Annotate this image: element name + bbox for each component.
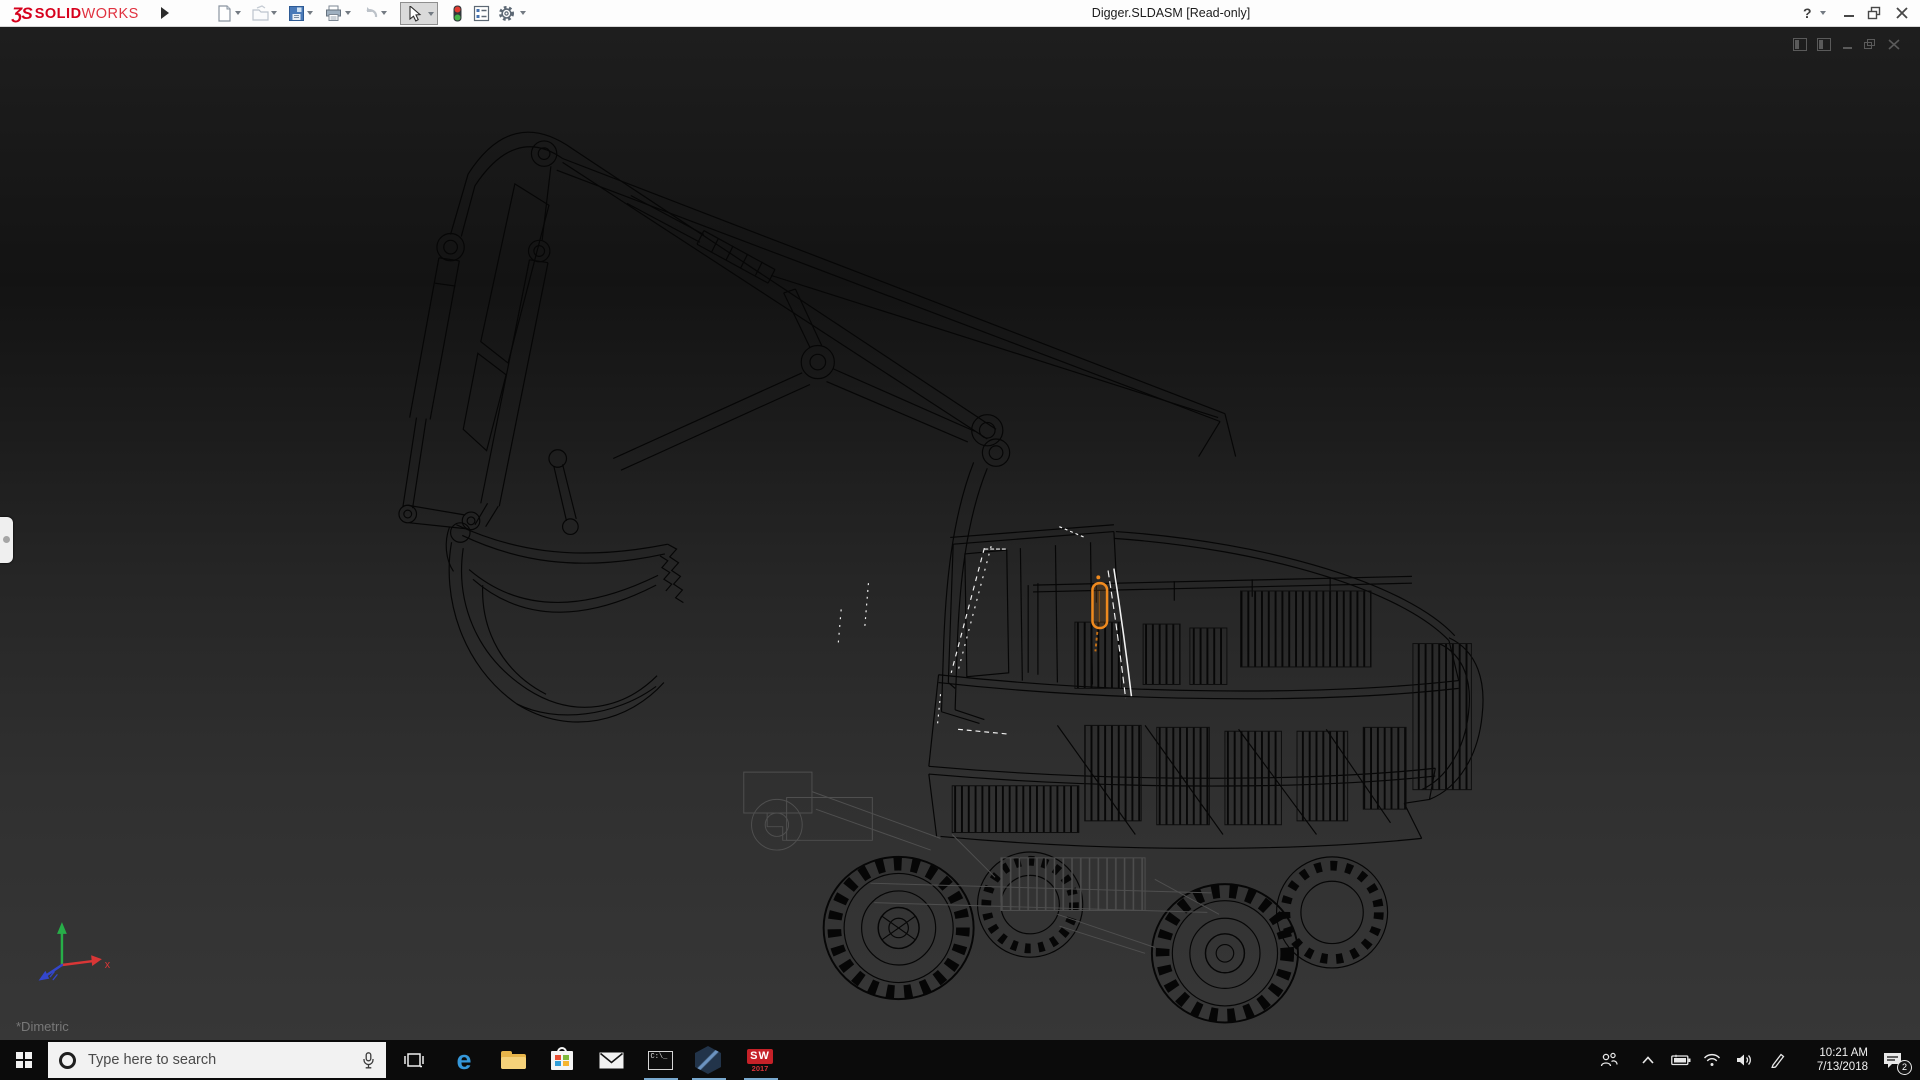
rebuild-traffic-light-icon[interactable] (449, 5, 466, 22)
undo-icon[interactable] (362, 5, 379, 22)
open-dropdown-caret[interactable] (271, 11, 277, 15)
chevron-up-icon (1642, 1056, 1654, 1064)
windows-logo-icon (16, 1052, 32, 1068)
print-dropdown-caret[interactable] (345, 11, 351, 15)
triad-x-label: x (105, 959, 111, 971)
select-dropdown-caret[interactable] (428, 12, 434, 16)
orientation-triad: x (38, 922, 111, 981)
clock-date: 7/13/2018 (1816, 1061, 1868, 1073)
solidworks-2017-icon: SW 2017 (747, 1047, 773, 1073)
save-dropdown-caret[interactable] (307, 11, 313, 15)
wifi-icon (1703, 1053, 1721, 1066)
menu-flyout-arrow-icon[interactable] (161, 7, 169, 19)
close-button[interactable] (1893, 4, 1911, 22)
options-gear-icon[interactable] (498, 5, 515, 22)
microphone-icon[interactable] (361, 1051, 376, 1069)
digger-wireframe-model[interactable]: x (0, 27, 1920, 1040)
file-explorer-button[interactable] (490, 1040, 536, 1080)
save-icon[interactable] (288, 5, 305, 22)
mail-button[interactable] (588, 1040, 634, 1080)
action-center-button[interactable]: 2 (1876, 1040, 1916, 1080)
cortana-icon (59, 1051, 76, 1069)
notification-badge: 2 (1897, 1060, 1912, 1075)
battery-button[interactable] (1671, 1040, 1691, 1080)
task-view-button[interactable] (391, 1040, 437, 1080)
search-placeholder: Type here to search (88, 1052, 217, 1068)
windows-ink-button[interactable] (1770, 1040, 1786, 1080)
window-title: Digger.SLDASM [Read-only] (1091, 6, 1251, 20)
solidworks-logo: ƷS SOLID WORKS (12, 3, 139, 23)
task-view-icon (404, 1053, 424, 1068)
solidworks-2017-button[interactable]: SW 2017 (735, 1040, 785, 1080)
hexagon-app-button[interactable] (685, 1040, 731, 1080)
tray-overflow-button[interactable] (1641, 1040, 1655, 1080)
options-dropdown-caret[interactable] (520, 11, 526, 15)
hexagon-app-icon (695, 1046, 721, 1074)
taskbar-clock[interactable]: 10:21 AM 7/13/2018 (1808, 1040, 1868, 1080)
select-tool-button[interactable] (400, 2, 438, 25)
help-dropdown-caret[interactable] (1820, 11, 1826, 15)
help-button[interactable]: ? (1803, 5, 1812, 21)
taskbar-search[interactable]: Type here to search (48, 1042, 386, 1078)
print-icon[interactable] (325, 5, 342, 22)
volume-button[interactable] (1736, 1040, 1753, 1080)
restore-button[interactable] (1865, 4, 1883, 22)
edge-button[interactable]: e (441, 1040, 487, 1080)
new-document-icon[interactable] (216, 5, 233, 22)
select-cursor-icon (409, 6, 422, 22)
battery-icon (1671, 1054, 1691, 1066)
undo-dropdown-caret[interactable] (381, 11, 387, 15)
open-icon[interactable] (252, 5, 269, 22)
store-button[interactable] (539, 1040, 585, 1080)
start-button[interactable] (0, 1040, 48, 1080)
command-prompt-button[interactable]: C:\_ (637, 1040, 683, 1080)
command-prompt-icon: C:\_ (647, 1050, 673, 1070)
pen-icon (1771, 1053, 1785, 1068)
expand-panel-2-icon[interactable] (1817, 38, 1831, 51)
title-bar: ƷS SOLID WORKS Digger.SLDASM [Read-only]… (0, 0, 1920, 27)
wireframe-lines (398, 131, 1484, 1024)
document-restore-icon[interactable] (1863, 38, 1877, 51)
featuremanager-flyout-tab[interactable] (0, 517, 13, 563)
mail-icon (599, 1052, 623, 1068)
flyout-pin-icon (3, 536, 10, 543)
store-icon (551, 1046, 573, 1070)
view-orientation-label: *Dimetric (16, 1019, 69, 1034)
file-properties-icon[interactable] (473, 5, 490, 22)
people-icon (1600, 1052, 1618, 1067)
minimize-button[interactable] (1840, 4, 1858, 22)
new-dropdown-caret[interactable] (235, 11, 241, 15)
solidworks-logo-glyph: ƷS (12, 3, 33, 23)
edge-icon: e (456, 1044, 472, 1075)
clock-time: 10:21 AM (1819, 1047, 1868, 1059)
file-explorer-icon (500, 1051, 526, 1069)
expand-panel-icon[interactable] (1793, 38, 1807, 51)
volume-icon (1737, 1054, 1751, 1066)
graphics-viewport[interactable]: x *Dimetric (0, 27, 1920, 1040)
people-button[interactable] (1600, 1040, 1618, 1080)
document-close-icon[interactable] (1887, 38, 1901, 51)
document-minimize-icon[interactable] (1841, 38, 1855, 51)
wifi-button[interactable] (1703, 1040, 1721, 1080)
windows-taskbar: Type here to search e C:\_ SW 2017 10:21… (0, 1040, 1920, 1080)
